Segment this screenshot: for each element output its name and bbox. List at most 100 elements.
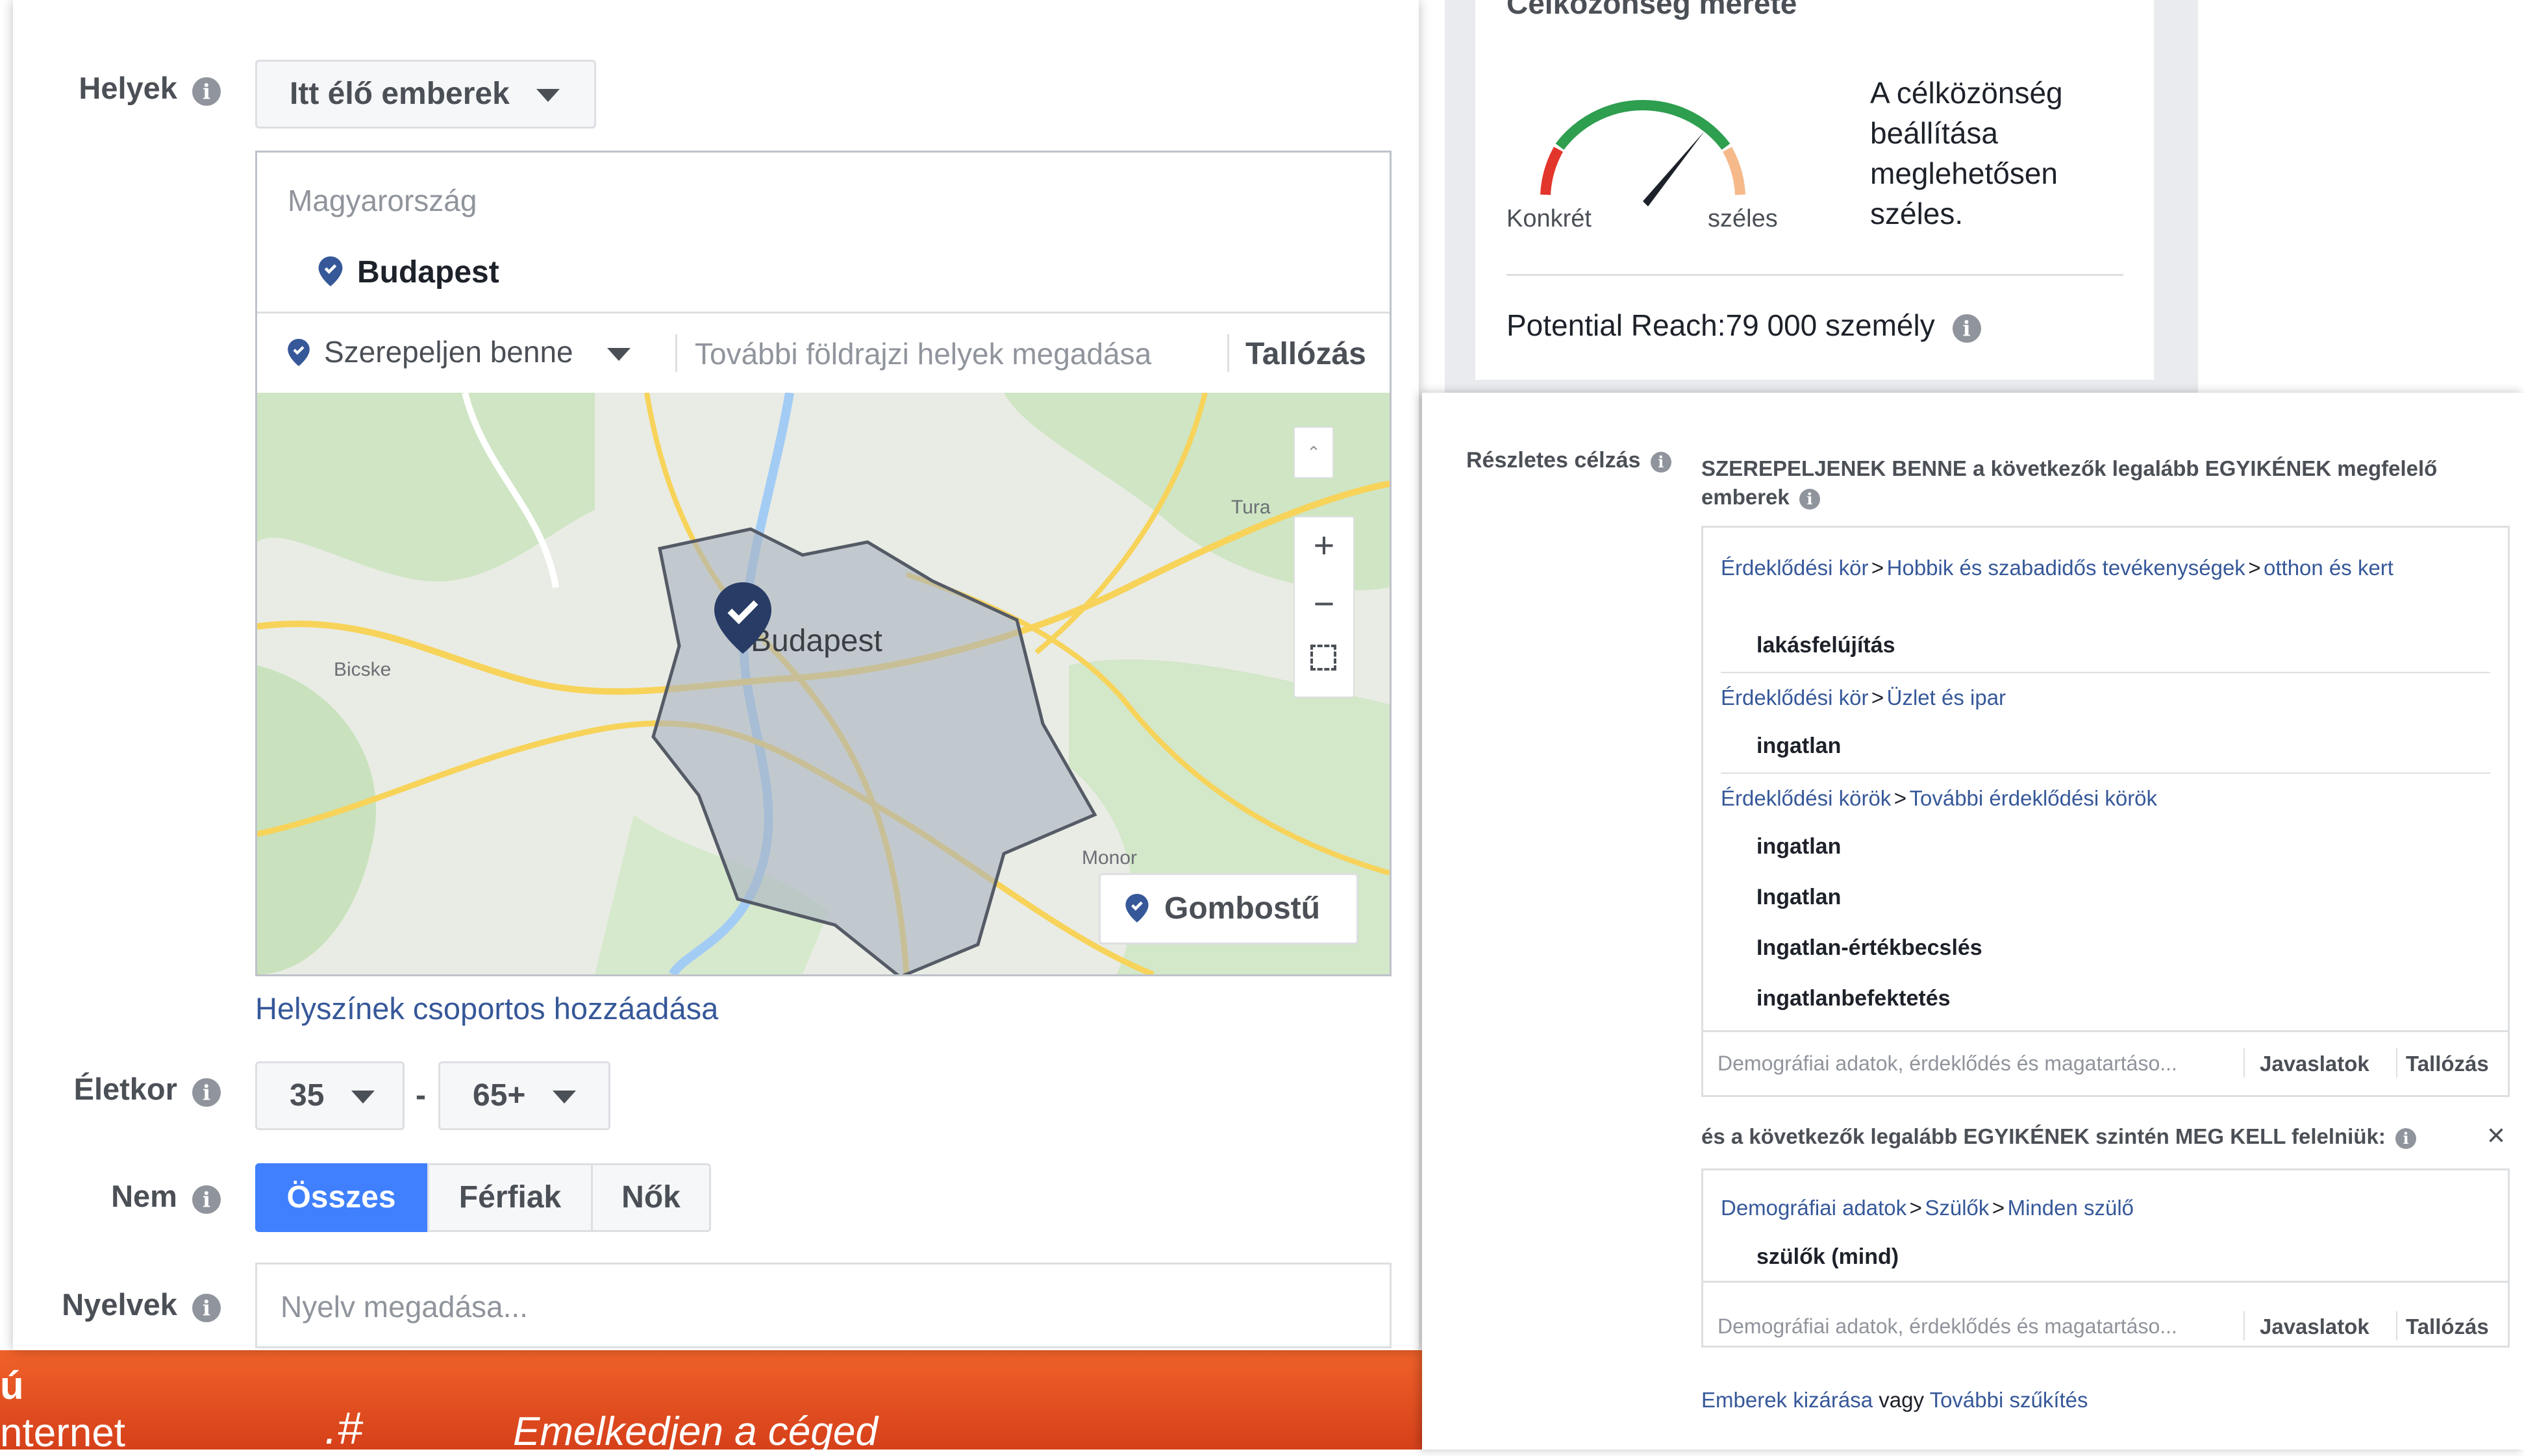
include-select[interactable]: Szerepeljen benne [288,334,631,369]
age-from-dropdown[interactable]: 35 [255,1061,405,1130]
gauge-label-broad: széles [1708,205,1778,232]
locations-label: Helyek [79,71,177,105]
languages-input-placeholder: Nyelv megadása... [281,1290,528,1324]
targeting-item[interactable]: ingatlanbefektetés [1756,986,1951,1011]
targeting-item[interactable]: ingatlan [1756,834,1841,859]
age-to-dropdown[interactable]: 65+ [438,1061,610,1130]
browse-locations-link[interactable]: Tallózás [1245,336,1366,372]
path-segment[interactable]: Érdeklődési kör [1721,556,1868,580]
targeting-group-3-path: Érdeklődési körök > További érdeklődési … [1721,784,2157,817]
detailed-targeting-label-row: Részletes célzás i [1466,448,1671,473]
map-pin-icon[interactable] [714,582,771,654]
targeting-item[interactable]: szülők (mind) [1756,1244,1899,1270]
info-icon[interactable]: i [192,1294,221,1322]
targeting-group-1-path: Érdeklődési kör > Hobbik és szabadidős t… [1721,553,2448,587]
banner-slogan: Emelkedjen a céged [513,1409,878,1454]
path-separator: > [1909,1196,1922,1220]
close-icon[interactable]: × [2487,1118,2505,1154]
narrow-search-input[interactable]: Demográfiai adatok, érdeklődés és magata… [1718,1314,2177,1339]
bulk-add-locations-link[interactable]: Helyszínek csoportos hozzáadása [255,991,718,1026]
map-label-bicske: Bicske [334,659,392,680]
divider [2243,1311,2245,1340]
gauge-label-specific: Konkrét [1506,205,1592,232]
info-icon[interactable]: i [1952,314,1981,343]
info-icon[interactable]: i [192,1185,221,1214]
path-segment[interactable]: Demográfiai adatok [1721,1196,1906,1220]
include-browse-button[interactable]: Tallózás [2406,1052,2489,1076]
caret-down-icon [351,1091,375,1104]
targeting-item[interactable]: lakásfelújítás [1756,633,1895,658]
audience-description: A célközönség beállítása meglehetősen sz… [1870,76,2063,230]
country-label: Magyarország [288,184,477,217]
path-segment[interactable]: Hobbik és szabadidős tevékenységek [1887,556,2245,580]
audience-size-title: Célközönség mérete [1506,0,1797,20]
banner-fragment: ú [0,1364,24,1407]
languages-label: Nyelvek [62,1287,177,1322]
targeting-group-2-path: Érdeklődési kör > Üzlet és ipar [1721,683,2006,717]
include-suggestions-button[interactable]: Javaslatok [2260,1052,2369,1076]
selected-city-label: Budapest [357,255,499,290]
selected-city[interactable]: Budapest [318,254,499,290]
map[interactable]: Tura Bicske Monor Budapest ⌃ + − Gombost… [257,393,1390,974]
zoom-in-button[interactable]: + [1293,519,1355,571]
path-segment[interactable]: otthon és kert [2264,556,2393,580]
divider [2243,1048,2245,1078]
caret-down-icon [536,89,560,103]
targeting-item[interactable]: Ingatlan-értékbecslés [1756,935,1982,961]
include-select-label: Szerepeljen benne [324,335,573,369]
potential-reach-text: Potential Reach:79 000 személy [1506,308,1935,342]
divider [1506,274,2123,276]
gender-label: Nem [111,1179,177,1213]
path-segment[interactable]: Üzlet és ipar [1887,685,2006,709]
narrow-heading-text: és a következők legalább EGYIKÉNEK szint… [1701,1124,2386,1148]
path-separator: > [1992,1196,2005,1220]
languages-label-row: Nyelvek i [32,1287,221,1322]
narrow-further-link[interactable]: További szűkítés [1930,1388,2088,1412]
include-search-input[interactable]: Demográfiai adatok, érdeklődés és magata… [1718,1052,2177,1076]
include-heading: SZEREPELJENEK BENNE a következők legaláb… [1701,454,2468,512]
detailed-footer: Emberek kizárása vagy További szűkítés [1701,1388,2088,1413]
exclude-people-link[interactable]: Emberek kizárása [1701,1388,1873,1412]
gender-option-all[interactable]: Összes [255,1163,427,1232]
caret-down-icon [607,347,631,361]
path-segment[interactable]: Érdeklődési kör [1721,685,1868,709]
age-range-dash: - [416,1078,426,1113]
detailed-targeting-label: Részletes célzás [1466,448,1641,473]
path-segment[interactable]: További érdeklődési körök [1909,786,2157,810]
map-collapse-button[interactable]: ⌃ [1293,426,1334,478]
footer-or-text: vagy [1879,1388,1924,1412]
banner-left-text: nternet [0,1411,126,1455]
path-segment[interactable]: Szülők [1925,1196,1989,1220]
path-segment[interactable]: Minden szülő [2008,1196,2134,1220]
languages-input[interactable]: Nyelv megadása... [255,1263,1392,1348]
zoom-out-button[interactable]: − [1293,578,1355,630]
info-icon[interactable]: i [2395,1128,2417,1149]
narrow-suggestions-button[interactable]: Javaslatok [2260,1314,2369,1339]
map-pin-icon [318,256,343,286]
path-segment[interactable]: Érdeklődési körök [1721,786,1891,810]
info-icon[interactable]: i [192,1078,221,1107]
divider [2396,1048,2397,1078]
map-pin-icon [288,339,310,366]
targeting-item[interactable]: ingatlan [1756,734,1841,759]
map-label-tura: Tura [1231,497,1271,518]
location-type-label: Itt élő emberek [290,77,510,111]
location-search-input[interactable]: További földrajzi helyek megadása [695,336,1151,371]
targeting-item[interactable]: Ingatlan [1756,885,1841,910]
drop-pin-label: Gombostű [1164,891,1320,926]
drop-pin-button[interactable]: Gombostű [1099,873,1358,944]
info-icon[interactable]: i [192,77,221,106]
narrow-group-path: Demográfiai adatok > Szülők > Minden szü… [1721,1193,2134,1227]
location-type-dropdown[interactable]: Itt élő emberek [255,60,596,129]
divider [675,334,677,372]
gender-option-women[interactable]: Nők [591,1163,711,1232]
path-separator: > [1871,685,1884,709]
info-icon[interactable]: i [1799,489,1820,510]
narrow-browse-button[interactable]: Tallózás [2406,1314,2489,1339]
fullscreen-icon[interactable] [1310,645,1336,671]
divider [1721,772,2490,774]
info-icon[interactable]: i [1650,452,1671,473]
gender-option-men[interactable]: Férfiak [427,1163,593,1232]
map-pin-icon [1125,894,1149,922]
locations-label-row: Helyek i [32,70,221,106]
